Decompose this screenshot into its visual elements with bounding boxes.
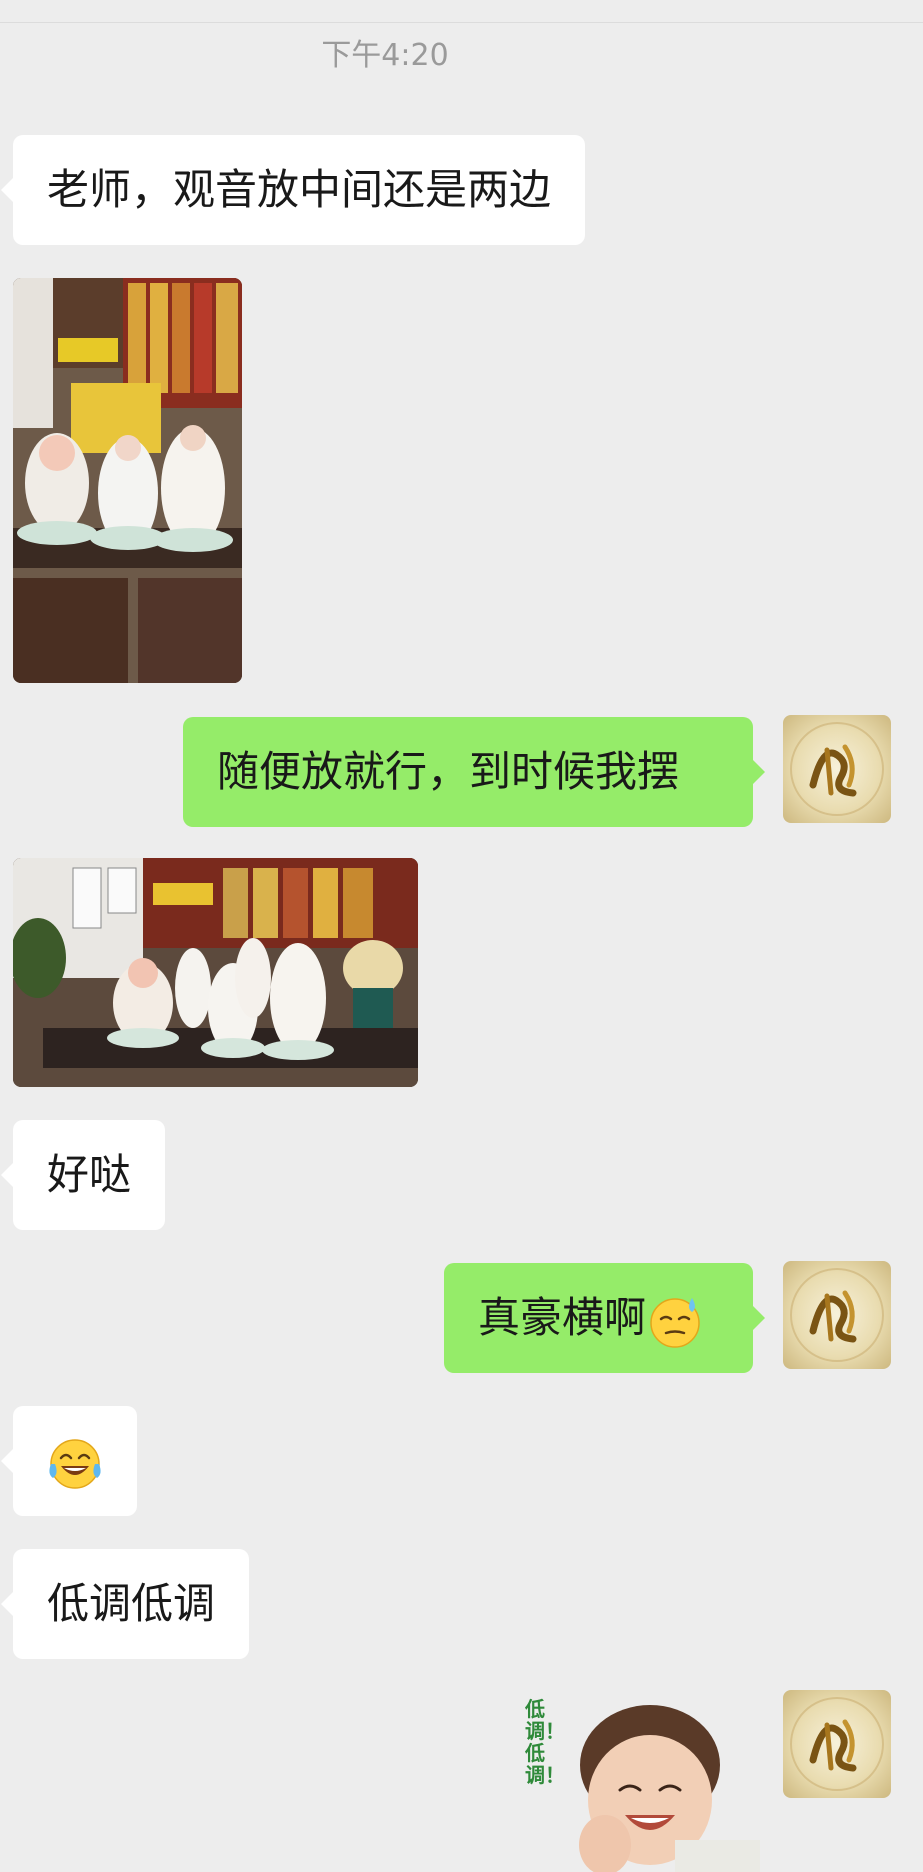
- sticker-caption: 低调！低调！: [525, 1697, 565, 1787]
- message-bubble-incoming[interactable]: 老师，观音放中间还是两边: [0, 135, 586, 245]
- message-text: 真豪横啊: [478, 1293, 647, 1342]
- top-divider: [0, 22, 923, 23]
- statues-photo-icon: [13, 858, 418, 1087]
- user-avatar[interactable]: [783, 1261, 891, 1369]
- user-avatar[interactable]: [783, 715, 891, 823]
- statues-photo-icon: [13, 278, 242, 683]
- message-bubble-incoming[interactable]: [1, 1406, 137, 1516]
- calligraphy-avatar-icon: [790, 1268, 884, 1362]
- message-image-incoming[interactable]: [13, 858, 418, 1087]
- message-text: 老师，观音放中间还是两边: [47, 165, 552, 214]
- sweat-smile-emoji: [650, 1297, 700, 1348]
- tears-of-joy-emoji: [49, 1438, 101, 1489]
- message-bubble-incoming[interactable]: 低调低调: [0, 1549, 250, 1659]
- message-text: 低调低调: [47, 1579, 216, 1628]
- message-timestamp: 下午4:20: [321, 38, 449, 73]
- calligraphy-avatar-icon: [790, 722, 884, 816]
- sticker-message-outgoing[interactable]: 低调！低调！: [525, 1690, 760, 1872]
- message-image-incoming[interactable]: [13, 278, 242, 683]
- user-avatar[interactable]: [783, 1690, 891, 1798]
- message-bubble-outgoing[interactable]: 真豪横啊: [444, 1263, 765, 1373]
- message-bubble-outgoing[interactable]: 随便放就行，到时候我摆: [183, 717, 765, 827]
- calligraphy-avatar-icon: [790, 1697, 884, 1791]
- message-text: 随便放就行，到时候我摆: [217, 747, 680, 796]
- message-text: 好哒: [47, 1150, 132, 1199]
- message-bubble-incoming[interactable]: 好哒: [0, 1120, 166, 1230]
